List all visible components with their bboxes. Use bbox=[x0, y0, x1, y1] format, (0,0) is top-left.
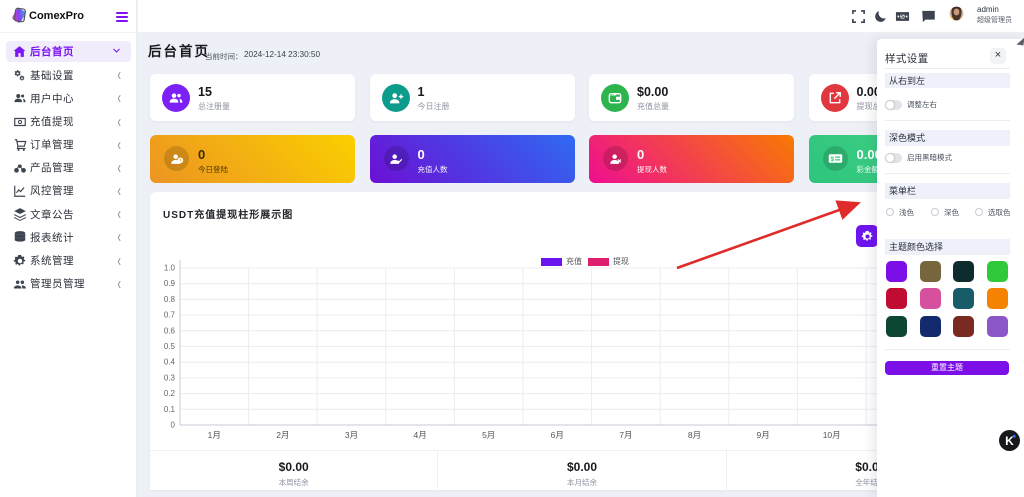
svg-text:0.2: 0.2 bbox=[164, 389, 176, 398]
svg-text:0.5: 0.5 bbox=[164, 342, 176, 351]
svg-text:6月: 6月 bbox=[551, 430, 564, 440]
svg-text:0: 0 bbox=[171, 421, 176, 430]
svg-text:2月: 2月 bbox=[276, 430, 289, 440]
svg-text:1月: 1月 bbox=[208, 430, 221, 440]
svg-text:0.9: 0.9 bbox=[164, 279, 176, 288]
svg-text:9月: 9月 bbox=[756, 430, 769, 440]
svg-text:4月: 4月 bbox=[413, 430, 426, 440]
svg-text:0.3: 0.3 bbox=[164, 373, 176, 382]
svg-text:1.0: 1.0 bbox=[164, 264, 176, 273]
svg-text:0.7: 0.7 bbox=[164, 311, 176, 320]
svg-text:0.6: 0.6 bbox=[164, 326, 176, 335]
svg-text:0.1: 0.1 bbox=[164, 405, 176, 414]
svg-text:10月: 10月 bbox=[823, 430, 841, 440]
svg-text:7月: 7月 bbox=[619, 430, 632, 440]
svg-text:5月: 5月 bbox=[482, 430, 495, 440]
svg-text:$: $ bbox=[830, 156, 834, 163]
svg-text:3月: 3月 bbox=[345, 430, 358, 440]
svg-text:8月: 8月 bbox=[688, 430, 701, 440]
svg-text:0.8: 0.8 bbox=[164, 295, 176, 304]
svg-text:0.4: 0.4 bbox=[164, 358, 176, 367]
